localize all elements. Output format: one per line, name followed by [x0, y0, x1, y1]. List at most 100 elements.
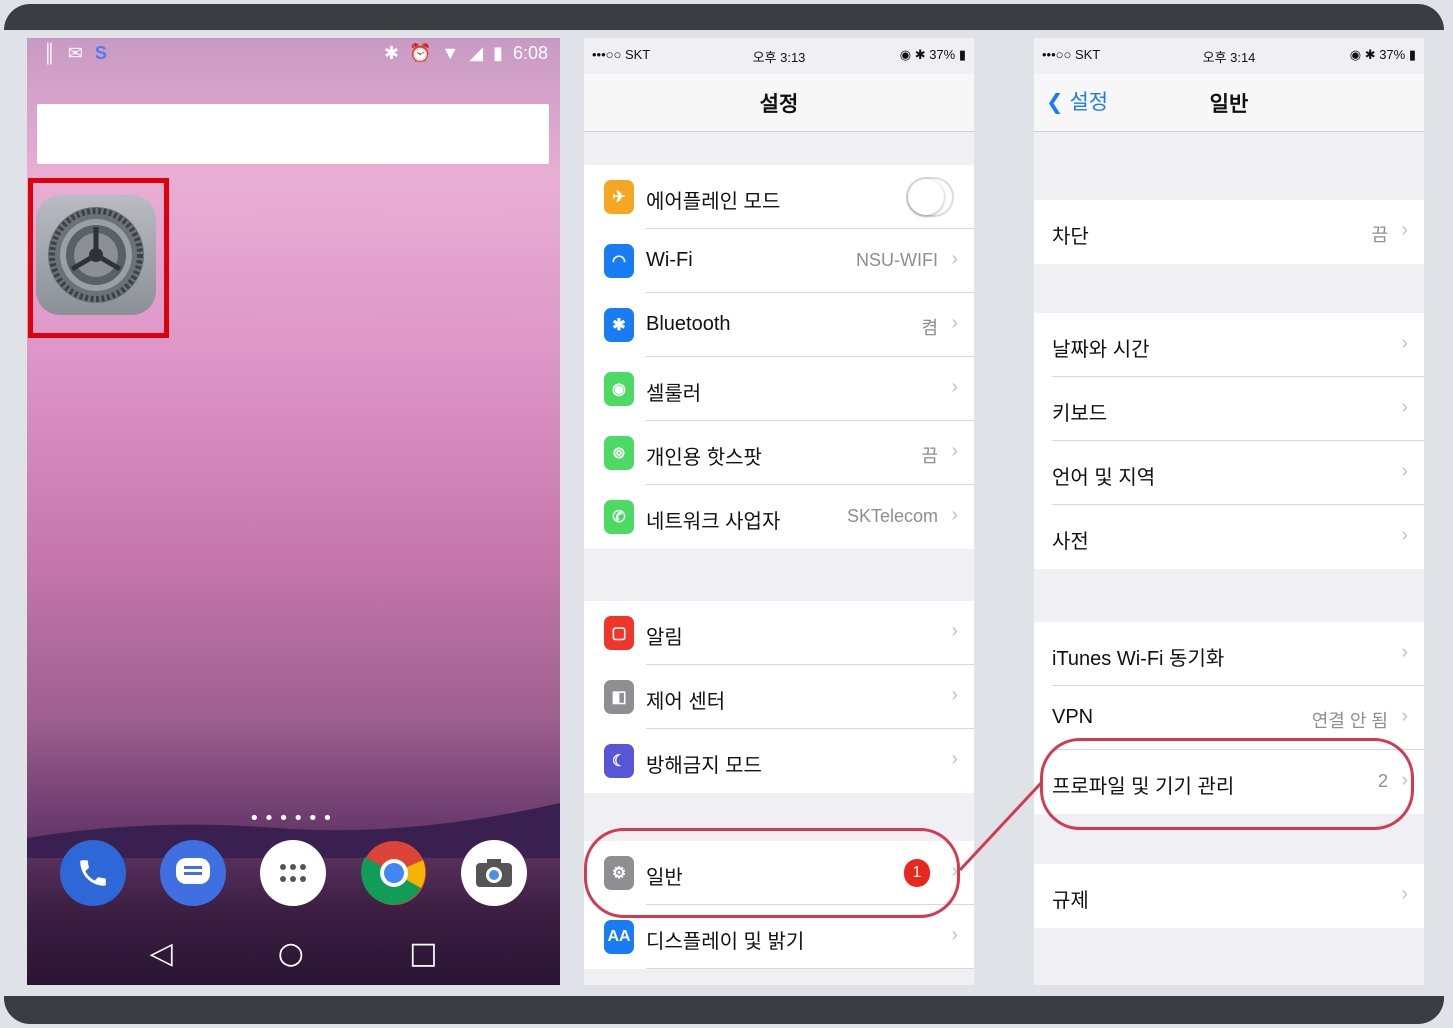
chevron-right-icon: ›	[1401, 524, 1408, 546]
signal-icon: ◢	[469, 43, 484, 63]
profile-highlight-outline	[1040, 738, 1414, 830]
row-label: 셀룰러	[646, 383, 702, 405]
row-label: Wi-Fi	[646, 249, 693, 271]
row-label: 방해금지 모드	[646, 755, 762, 777]
settings-row[interactable]: ◉ 셀룰러 ›	[584, 357, 974, 421]
chevron-right-icon: ›	[1401, 219, 1408, 241]
battery-label: ◉ ✱ 37% ▮	[899, 47, 966, 62]
settings-row[interactable]: ✈ 에어플레인 모드	[584, 165, 974, 229]
row-label: 규제	[1052, 890, 1089, 912]
messages-app-icon[interactable]	[160, 840, 227, 906]
page-title: 일반	[1209, 93, 1249, 116]
display-icon: AA	[604, 920, 634, 954]
wifi-icon: ▼	[441, 43, 460, 63]
chevron-right-icon: ›	[1401, 396, 1408, 418]
home-icon[interactable]: ○	[278, 936, 304, 971]
wifi-icon: ◠	[604, 244, 634, 278]
android-status-bar: ║ ✉ S ✱ ⏰ ▼ ◢ ▮ 6:08	[27, 38, 560, 70]
row-label: 네트워크 사업자	[646, 511, 781, 533]
chevron-right-icon: ›	[1401, 641, 1408, 663]
page-indicator: ••••••	[249, 808, 337, 829]
chevron-right-icon: ›	[951, 504, 958, 526]
phone-icon: ✆	[604, 500, 634, 534]
chevron-right-icon: ›	[1401, 460, 1408, 482]
android-dock	[27, 840, 560, 906]
status-time: 6:08	[512, 43, 548, 63]
vibrate-icon: ║	[43, 43, 56, 63]
settings-row[interactable]: ◧ 제어 센터 ›	[584, 665, 974, 729]
recents-icon[interactable]: □	[409, 936, 437, 971]
gear-icon	[48, 207, 144, 303]
app-drawer-icon[interactable]	[260, 840, 327, 906]
chevron-right-icon: ›	[951, 312, 958, 334]
row-label: iTunes Wi-Fi 동기화	[1052, 648, 1225, 670]
control-center-icon: ◧	[604, 680, 634, 714]
airplane-icon: ✈	[604, 180, 634, 214]
row-value: 켬	[921, 318, 938, 338]
hotspot-icon: ⊚	[604, 436, 634, 470]
phone-app-icon[interactable]	[60, 840, 127, 906]
chevron-right-icon: ›	[951, 684, 958, 706]
settings-row[interactable]: ✱ Bluetooth 켬 ›	[584, 293, 974, 357]
mail-icon: ✉	[67, 43, 83, 63]
settings-row[interactable]: ◠ Wi-Fi NSU-WIFI ›	[584, 229, 974, 293]
row-label: Bluetooth	[646, 313, 731, 335]
row-label: VPN	[1052, 706, 1094, 728]
chevron-right-icon: ›	[1401, 332, 1408, 354]
chevron-right-icon: ›	[1401, 883, 1408, 905]
general-nav-bar: ❮ 설정 일반	[1034, 74, 1424, 132]
row-value: 끔	[921, 446, 938, 466]
back-icon[interactable]: ◁	[150, 936, 173, 971]
bluetooth-icon: ✱	[604, 308, 634, 342]
settings-row[interactable]: ⊚ 개인용 핫스팟 끔 ›	[584, 421, 974, 485]
settings-row[interactable]: 사전 ›	[1034, 505, 1424, 569]
row-label: 언어 및 지역	[1052, 467, 1156, 489]
search-widget[interactable]	[37, 104, 549, 164]
settings-row[interactable]: 규제 ›	[1034, 864, 1424, 928]
row-label: 차단	[1052, 226, 1089, 248]
page-title: 설정	[759, 93, 799, 116]
moon-icon: ☾	[604, 744, 634, 778]
row-value: SKTelecom	[846, 506, 938, 526]
airplane-toggle[interactable]	[906, 177, 954, 217]
chevron-right-icon: ›	[951, 440, 958, 462]
chevron-right-icon: ›	[951, 248, 958, 270]
settings-row[interactable]: 차단 끔 ›	[1034, 200, 1424, 264]
alarm-icon: ⏰	[408, 43, 432, 63]
row-label: 알림	[646, 627, 683, 649]
bluetooth-icon: ✱	[383, 43, 399, 63]
cellular-icon: ◉	[604, 372, 634, 406]
general-highlight-outline	[584, 828, 960, 918]
row-divider	[646, 968, 974, 969]
notification-icon: ▢	[604, 616, 634, 650]
settings-row[interactable]: ✆ 네트워크 사업자 SKTelecom ›	[584, 485, 974, 549]
android-home-screen: ║ ✉ S ✱ ⏰ ▼ ◢ ▮ 6:08 •••••• ◁ ○ □	[27, 38, 560, 985]
ios-status-bar: •••○○ SKT 오후 3:13 ◉ ✱ 37% ▮	[584, 38, 974, 74]
chevron-right-icon: ›	[1401, 705, 1408, 727]
row-label: 개인용 핫스팟	[646, 447, 762, 469]
chevron-right-icon: ›	[951, 620, 958, 642]
settings-row[interactable]: 언어 및 지역 ›	[1034, 441, 1424, 505]
sync-icon: S	[94, 43, 107, 63]
settings-row[interactable]: ☾ 방해금지 모드 ›	[584, 729, 974, 793]
row-label: 사전	[1052, 531, 1089, 553]
ios-general-screen: •••○○ SKT 오후 3:14 ◉ ✱ 37% ▮ ❮ 설정 일반 차단 끔 ›…	[1034, 38, 1424, 985]
chevron-right-icon: ›	[951, 924, 958, 946]
camera-app-icon[interactable]	[460, 840, 527, 906]
settings-row[interactable]: iTunes Wi-Fi 동기화 ›	[1034, 622, 1424, 686]
row-value: 끔	[1371, 225, 1388, 245]
row-label: 키보드	[1052, 403, 1108, 425]
ios-status-bar: •••○○ SKT 오후 3:14 ◉ ✱ 37% ▮	[1034, 38, 1424, 74]
row-label: 에어플레인 모드	[646, 191, 781, 213]
row-label: 날짜와 시간	[1052, 339, 1150, 361]
chrome-app-icon[interactable]	[360, 840, 427, 906]
settings-row[interactable]: 날짜와 시간 ›	[1034, 313, 1424, 377]
settings-app-icon[interactable]	[36, 195, 156, 315]
settings-row[interactable]: ▢ 알림 ›	[584, 601, 974, 665]
chevron-right-icon: ›	[951, 376, 958, 398]
android-nav-bar: ◁ ○ □	[27, 928, 560, 978]
settings-row[interactable]: 키보드 ›	[1034, 377, 1424, 441]
battery-icon: ▮	[493, 43, 503, 63]
chevron-right-icon: ›	[951, 748, 958, 770]
battery-label: ◉ ✱ 37% ▮	[1349, 47, 1416, 62]
